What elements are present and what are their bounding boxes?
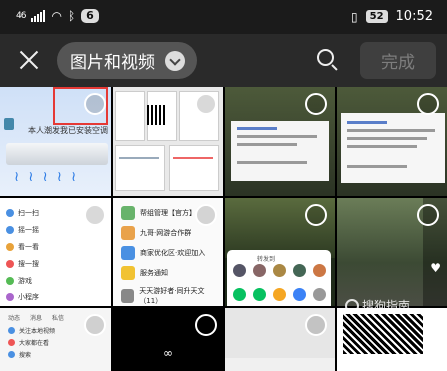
- signal-label: 46: [16, 11, 27, 21]
- airflow-icon: ≀≀≀≀≀: [14, 169, 86, 185]
- picker-header: 图片和视频 完成: [0, 34, 447, 87]
- menu-item: 扫一扫: [18, 209, 39, 217]
- select-circle[interactable]: [305, 204, 327, 226]
- grid-thumbnail[interactable]: 帮组管理【官方】 九哥·网游合作群 商家优化区·欢迎加入 服务通知 天天游好者·…: [113, 198, 223, 306]
- vibrate-icon: ▯: [351, 9, 358, 24]
- select-circle[interactable]: [195, 314, 217, 336]
- select-circle[interactable]: [417, 93, 439, 115]
- close-icon[interactable]: [17, 48, 41, 72]
- tab-label: 私信: [52, 315, 65, 322]
- highlight-box: [53, 87, 108, 125]
- menu-item: 搜一搜: [18, 260, 39, 268]
- select-circle[interactable]: [84, 314, 106, 336]
- share-sheet: 转发到: [227, 250, 331, 306]
- status-right: ▯ 52 10:52: [351, 9, 433, 24]
- clock: 10:52: [395, 9, 433, 24]
- grid-thumbnail[interactable]: ♥: [337, 198, 447, 306]
- menu-item: 看一看: [18, 243, 39, 251]
- status-left: 46 ◠ ᛒ 6: [16, 9, 99, 23]
- grid-thumbnail[interactable]: [337, 308, 447, 371]
- heart-icon: ♥: [430, 261, 441, 275]
- select-circle[interactable]: [305, 314, 327, 336]
- select-circle[interactable]: [417, 204, 439, 226]
- chat-name: 天天游好者·同升天文（11）: [139, 287, 205, 305]
- chevron-down-icon: [165, 50, 185, 71]
- chat-name: 商家优化区·欢迎加入: [140, 249, 206, 257]
- search-icon[interactable]: [317, 49, 339, 71]
- grid-thumbnail[interactable]: [337, 87, 447, 196]
- battery-icon: 52: [365, 10, 388, 23]
- select-circle[interactable]: [195, 93, 217, 115]
- select-circle[interactable]: [305, 93, 327, 115]
- status-bar: 46 ◠ ᛒ 6 ▯ 52 10:52: [0, 0, 447, 34]
- chat-name: 服务通知: [140, 269, 168, 277]
- air-conditioner-image: [6, 143, 108, 165]
- chat-name: 帮组管理【官方】: [140, 209, 196, 217]
- list-item: 关注本地视频: [19, 328, 56, 335]
- grid-thumbnail[interactable]: 转发到: [225, 198, 335, 306]
- notification-badge: 6: [81, 9, 99, 23]
- qr-code-image: [343, 314, 423, 354]
- list-item: 大家都在看: [19, 340, 50, 347]
- menu-item: 摇一摇: [18, 226, 39, 234]
- tab-label: 动态: [8, 315, 21, 322]
- bluetooth-icon: ᛒ: [67, 9, 76, 23]
- grid-thumbnail[interactable]: ∞: [113, 308, 223, 371]
- thumbnail-caption: 本人潮发我已安装空调: [28, 126, 108, 135]
- menu-item: 小程序: [18, 293, 39, 301]
- grid-thumbnail[interactable]: [225, 308, 335, 371]
- list-item: 搜索: [19, 352, 32, 359]
- album-selector[interactable]: 图片和视频: [57, 42, 197, 79]
- share-sheet-title: 转发到: [257, 256, 276, 263]
- grid-thumbnail[interactable]: [113, 87, 223, 196]
- grid-thumbnail[interactable]: 扫一扫 摇一摇 看一看 搜一搜 游戏 小程序: [0, 198, 111, 306]
- select-circle[interactable]: [195, 204, 217, 226]
- grid-thumbnail[interactable]: [225, 87, 335, 196]
- done-button[interactable]: 完成: [360, 42, 436, 79]
- menu-item: 游戏: [18, 277, 32, 285]
- select-circle[interactable]: [84, 204, 106, 226]
- loading-glyph: ∞: [163, 346, 173, 360]
- media-grid: 本人潮发我已安装空调 ≀≀≀≀≀ 扫一扫 摇一摇 看一看 搜一搜 游戏 小程序 …: [0, 87, 447, 371]
- app-icon: [4, 118, 14, 130]
- album-label: 图片和视频: [70, 53, 155, 73]
- signal-icon: [31, 10, 46, 22]
- wifi-icon: ◠: [51, 9, 62, 23]
- tab-label: 消息: [30, 315, 43, 322]
- grid-thumbnail[interactable]: 动态 消息 私信 关注本地视频 大家都在看 搜索: [0, 308, 111, 371]
- qr-code-image: [147, 105, 167, 125]
- chat-name: 九哥·网游合作群: [140, 229, 192, 237]
